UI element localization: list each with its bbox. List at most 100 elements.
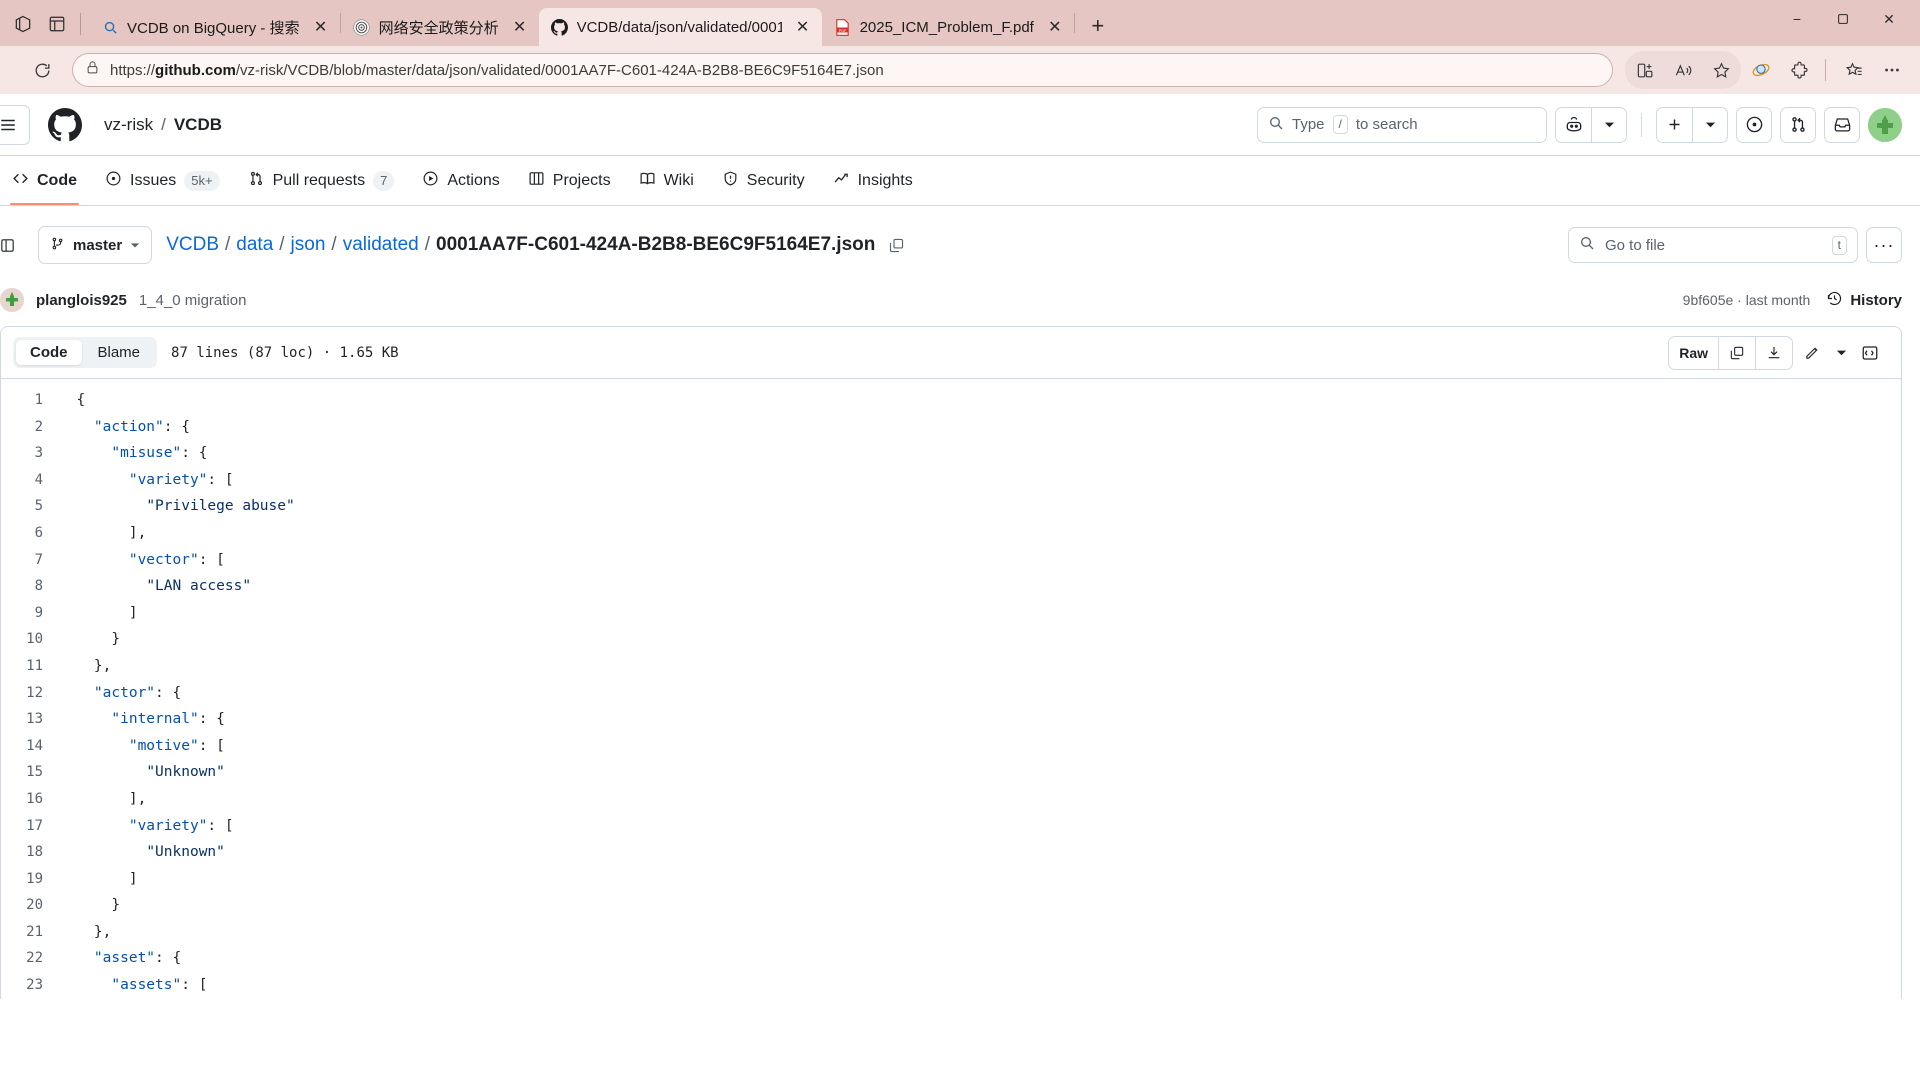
commit-author-avatar[interactable] xyxy=(0,288,24,312)
line-number[interactable]: 2 xyxy=(1,414,59,441)
raw-button[interactable]: Raw xyxy=(1669,336,1719,369)
go-to-file-input[interactable]: Go to file t xyxy=(1568,227,1858,263)
breadcrumb-link-validated[interactable]: validated xyxy=(343,234,419,256)
line-number[interactable]: 9 xyxy=(1,600,59,627)
line-number[interactable]: 6 xyxy=(1,520,59,547)
breadcrumb-link-json[interactable]: json xyxy=(291,234,326,256)
github-logo-icon[interactable] xyxy=(48,107,82,142)
address-bar[interactable]: https://github.com/vz-risk/VCDB/blob/mas… xyxy=(72,53,1613,87)
browser-essentials-icon[interactable] xyxy=(1743,52,1779,88)
line-number[interactable]: 20 xyxy=(1,892,59,919)
tab-close-icon[interactable]: ✕ xyxy=(790,14,816,40)
refresh-icon[interactable] xyxy=(24,52,60,88)
repo-owner-link[interactable]: vz-risk xyxy=(104,115,153,135)
copilot-dropdown-caret[interactable] xyxy=(1591,106,1627,143)
line-number[interactable]: 23 xyxy=(1,972,59,999)
tab-close-icon[interactable]: ✕ xyxy=(507,14,533,40)
browser-tab[interactable]: PDF 2025_ICM_Problem_F.pdf ✕ xyxy=(822,8,1074,46)
browser-toolbar: https://github.com/vz-risk/VCDB/blob/mas… xyxy=(0,46,1920,94)
maximize-button[interactable] xyxy=(1820,0,1866,38)
tab-blame-view[interactable]: Blame xyxy=(84,340,155,365)
code-symbols-icon[interactable] xyxy=(1851,336,1889,370)
copilot-sidebar-icon[interactable] xyxy=(6,7,40,41)
line-content: "Unknown" xyxy=(59,759,225,786)
more-options-button[interactable]: ··· xyxy=(1866,227,1902,263)
line-number[interactable]: 12 xyxy=(1,680,59,707)
commit-author[interactable]: planglois925 xyxy=(36,292,127,309)
breadcrumb-link-data[interactable]: data xyxy=(236,234,273,256)
sidebar-toggle-icon[interactable] xyxy=(0,228,24,262)
tab-code-view[interactable]: Code xyxy=(16,340,82,365)
line-number[interactable]: 22 xyxy=(1,945,59,972)
hamburger-menu-icon[interactable] xyxy=(0,104,30,145)
tab-code[interactable]: Code xyxy=(0,157,89,205)
split-screen-icon[interactable] xyxy=(1627,52,1663,88)
line-number[interactable]: 16 xyxy=(1,786,59,813)
repo-name-link[interactable]: VCDB xyxy=(174,115,222,135)
collections-icon[interactable] xyxy=(1836,52,1872,88)
line-number[interactable]: 4 xyxy=(1,467,59,494)
tab-actions[interactable]: Actions xyxy=(410,157,511,205)
line-number[interactable]: 17 xyxy=(1,813,59,840)
tab-strip: VCDB on BigQuery - 搜索 ✕ 网络安全政策分析 ✕ VCDB/… xyxy=(0,0,1920,46)
line-number[interactable]: 18 xyxy=(1,839,59,866)
download-icon[interactable] xyxy=(1756,337,1792,369)
inbox-button[interactable] xyxy=(1824,106,1860,143)
tab-actions-icon[interactable] xyxy=(40,7,74,41)
commit-message[interactable]: 1_4_0 migration xyxy=(139,292,247,309)
settings-ellipsis-icon[interactable] xyxy=(1874,52,1910,88)
tab-projects[interactable]: Projects xyxy=(516,157,623,205)
pull-requests-button[interactable] xyxy=(1780,106,1816,143)
line-number[interactable]: 3 xyxy=(1,440,59,467)
read-aloud-icon[interactable] xyxy=(1665,52,1701,88)
line-number[interactable]: 13 xyxy=(1,706,59,733)
line-number[interactable]: 8 xyxy=(1,573,59,600)
browser-tab[interactable]: 网络安全政策分析 ✕ xyxy=(341,8,539,46)
tab-wiki[interactable]: Wiki xyxy=(627,157,706,205)
edit-file-button[interactable] xyxy=(1793,336,1831,370)
json-punctuation: : { xyxy=(155,684,182,701)
create-new-caret[interactable] xyxy=(1692,106,1728,143)
new-tab-button[interactable]: + xyxy=(1081,9,1115,43)
line-number[interactable]: 5 xyxy=(1,493,59,520)
copy-icon[interactable] xyxy=(1719,336,1756,369)
tab-close-icon[interactable]: ✕ xyxy=(1042,14,1068,40)
tab-close-icon[interactable]: ✕ xyxy=(308,14,334,40)
tab-security[interactable]: Security xyxy=(710,157,817,205)
line-number[interactable]: 14 xyxy=(1,733,59,760)
search-input[interactable]: Type / to search xyxy=(1257,106,1547,143)
copilot-button[interactable] xyxy=(1555,106,1591,143)
code-line: 19 ] xyxy=(1,866,1901,893)
branch-selector[interactable]: master xyxy=(38,226,153,264)
window-controls: − ✕ xyxy=(1774,0,1912,46)
json-key: "misuse" xyxy=(111,445,182,462)
extensions-icon[interactable] xyxy=(1781,52,1817,88)
line-number[interactable]: 21 xyxy=(1,919,59,946)
create-new-button[interactable] xyxy=(1656,106,1692,143)
tab-label: Security xyxy=(746,171,805,189)
star-icon[interactable] xyxy=(1703,52,1739,88)
tab-pull-requests[interactable]: Pull requests 7 xyxy=(236,157,407,205)
tab-issues[interactable]: Issues 5k+ xyxy=(93,157,232,205)
browser-tab[interactable]: VCDB on BigQuery - 搜索 ✕ xyxy=(89,8,340,46)
json-key: "actor" xyxy=(93,684,156,701)
line-number[interactable]: 7 xyxy=(1,547,59,574)
tab-insights[interactable]: Insights xyxy=(821,157,925,205)
line-number[interactable]: 10 xyxy=(1,626,59,653)
issues-button[interactable] xyxy=(1736,106,1772,143)
history-link[interactable]: History xyxy=(1826,290,1902,311)
close-button[interactable]: ✕ xyxy=(1866,0,1912,38)
code-line: 6 ], xyxy=(1,520,1901,547)
line-number[interactable]: 1 xyxy=(1,387,59,414)
avatar[interactable] xyxy=(1868,107,1902,142)
tab-title: VCDB/data/json/validated/0001A xyxy=(576,18,782,36)
browser-tab-active[interactable]: VCDB/data/json/validated/0001A ✕ xyxy=(538,8,822,46)
breadcrumb-link-repo[interactable]: VCDB xyxy=(166,234,219,256)
line-number[interactable]: 15 xyxy=(1,759,59,786)
line-number[interactable]: 11 xyxy=(1,653,59,680)
code-viewer[interactable]: 1 {2 "action": {3 "misuse": {4 "variety"… xyxy=(1,379,1901,999)
chevron-down-icon[interactable] xyxy=(1831,336,1851,370)
line-number[interactable]: 19 xyxy=(1,866,59,893)
minimize-button[interactable]: − xyxy=(1774,0,1820,38)
copy-path-icon[interactable] xyxy=(881,230,911,260)
